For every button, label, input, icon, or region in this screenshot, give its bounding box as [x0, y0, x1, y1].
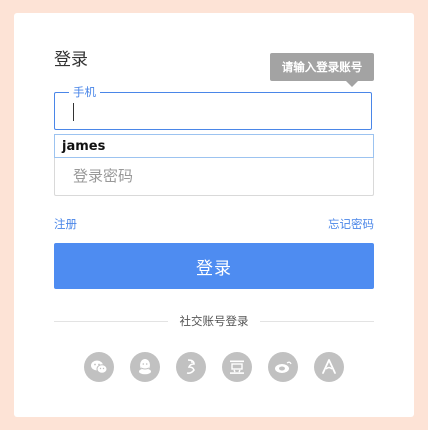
login-title: 登录 [54, 50, 88, 70]
register-link[interactable]: 注册 [54, 216, 77, 232]
phone-input[interactable] [69, 99, 349, 123]
wechat-icon[interactable] [84, 352, 114, 382]
autocomplete-dropdown: james [54, 134, 374, 158]
password-placeholder: 登录密码 [73, 167, 134, 185]
divider-line-right [260, 321, 374, 322]
login-card: 登录 请输入登录账号 手机 james 登录密码 注册 忘记密码 登录 社交账号… [14, 13, 414, 417]
account-tooltip: 请输入登录账号 [270, 53, 374, 87]
login-button[interactable]: 登录 [54, 243, 374, 289]
forgot-password-link[interactable]: 忘记密码 [328, 216, 374, 232]
social-login-divider: 社交账号登录 [179, 314, 249, 328]
text-caret [73, 103, 74, 121]
baidu-icon[interactable] [268, 352, 298, 382]
tieba-icon[interactable] [314, 352, 344, 382]
weibo-icon[interactable] [176, 352, 206, 382]
phone-field[interactable]: 手机 [54, 85, 372, 130]
password-field[interactable]: 登录密码 [54, 158, 374, 196]
divider-line-left [54, 321, 168, 322]
autocomplete-item[interactable]: james [62, 135, 105, 159]
phone-field-label: 手机 [69, 85, 100, 99]
douban-icon[interactable] [222, 352, 252, 382]
qq-icon[interactable] [130, 352, 160, 382]
